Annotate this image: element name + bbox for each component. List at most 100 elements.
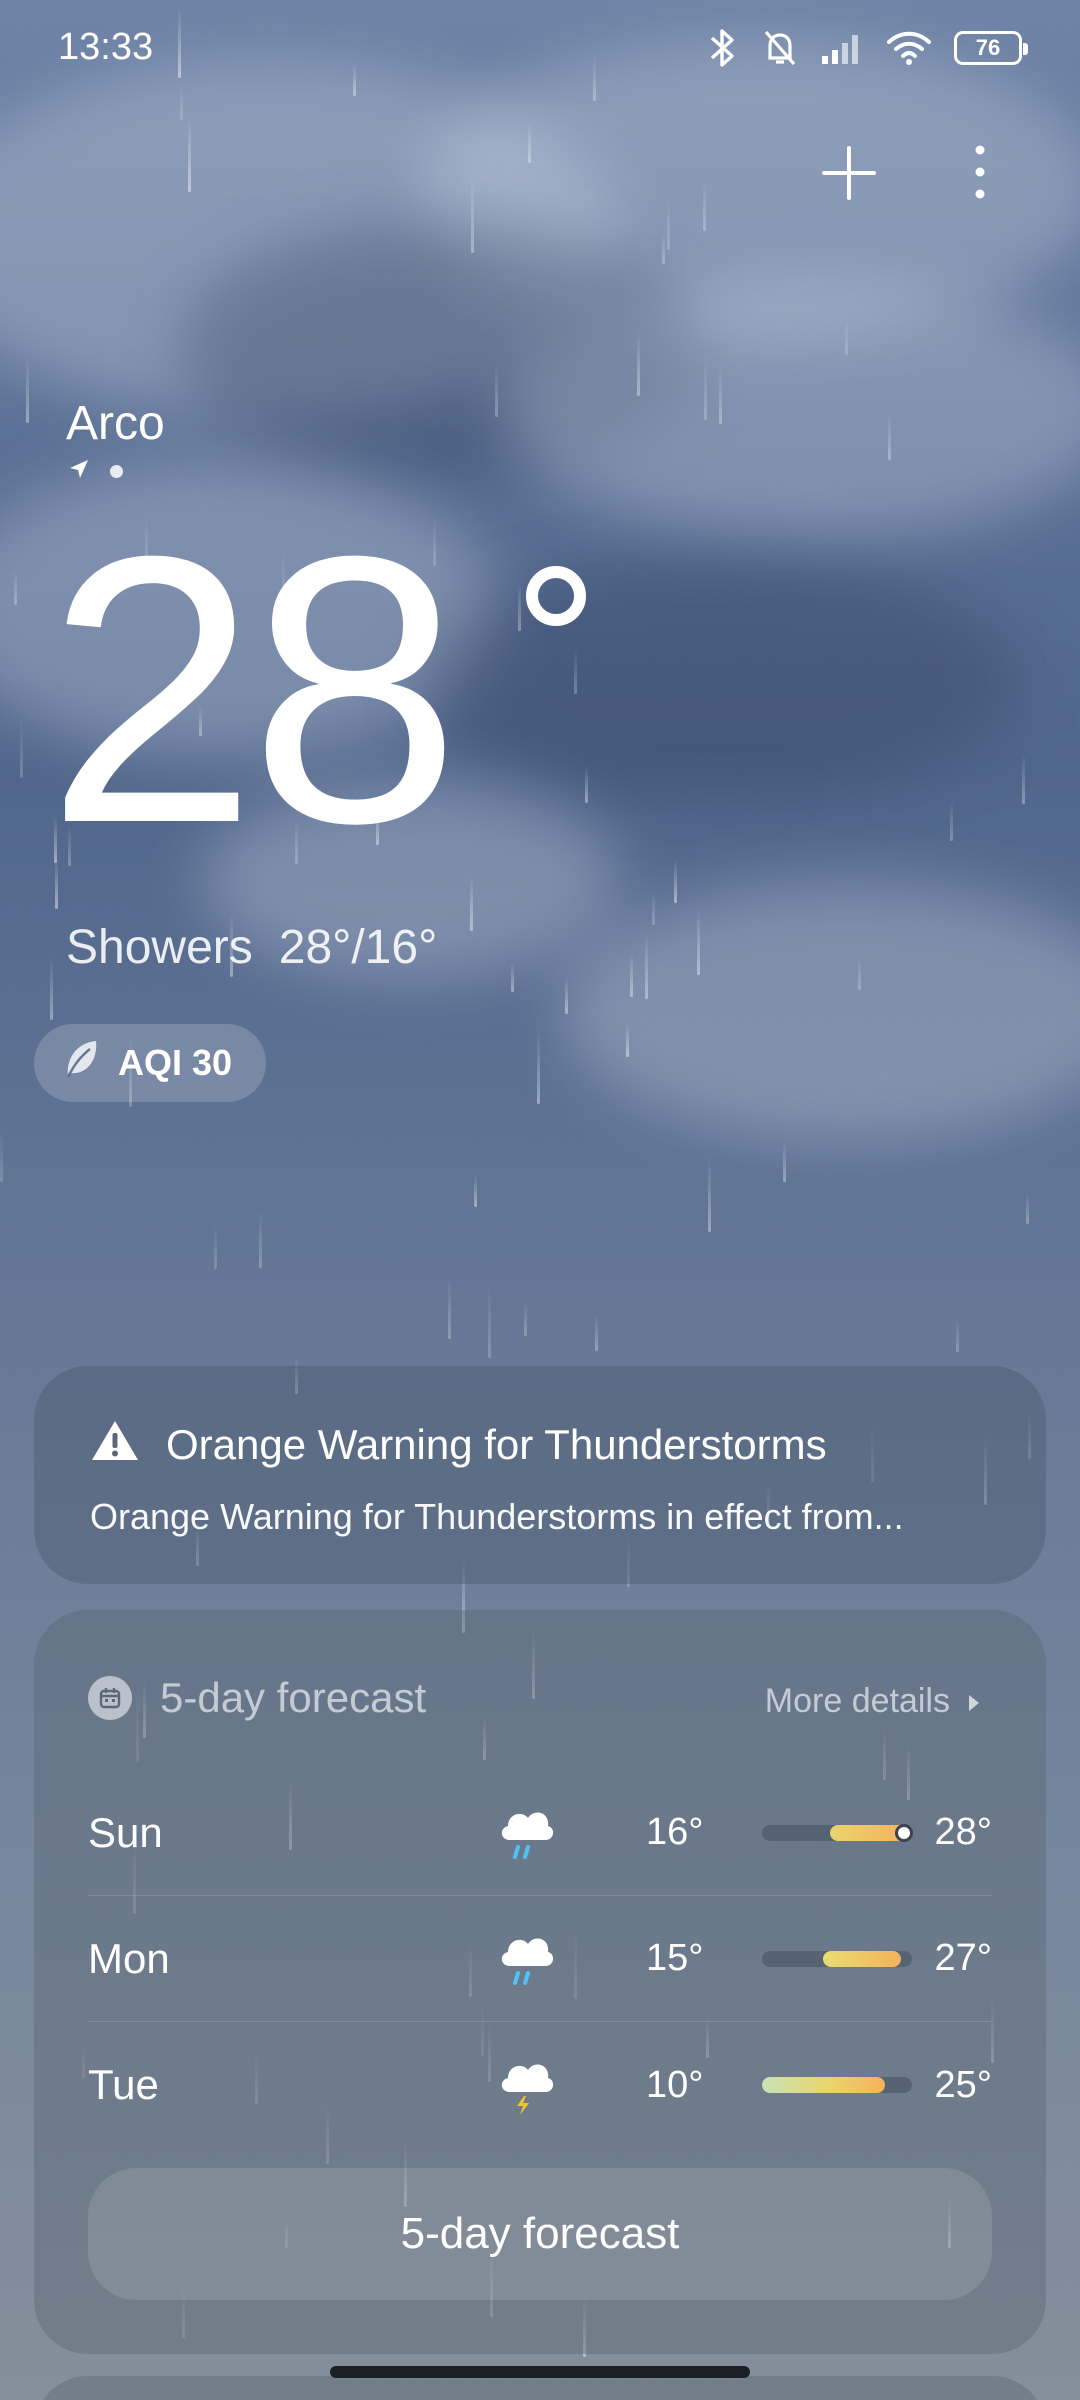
rain-streak	[26, 358, 29, 423]
more-vert-icon	[960, 145, 1000, 208]
current-temperature: 28	[46, 477, 461, 902]
forecast-row[interactable]: Sun 16° 28°	[88, 1770, 992, 1896]
rain-streak	[488, 1283, 491, 1358]
rain-streak	[14, 569, 17, 605]
rain-streak	[511, 962, 514, 992]
chevron-right-icon	[968, 1682, 980, 1721]
rain-streak	[703, 177, 706, 231]
rain-streak	[474, 1174, 477, 1207]
degree-symbol	[526, 566, 586, 626]
rain-streak	[708, 1157, 711, 1232]
rain-streak	[528, 120, 531, 163]
location-name[interactable]: Arco	[66, 396, 165, 451]
aqi-label: AQI 30	[118, 1042, 233, 1083]
rain-streak	[637, 332, 640, 396]
rain-cloud-icon	[496, 1926, 556, 1992]
forecast-high: 25°	[934, 2063, 992, 2106]
wifi-icon	[886, 30, 932, 66]
rain-streak	[471, 175, 474, 253]
temperature-range-bar	[762, 1950, 912, 1967]
rain-streak	[697, 908, 700, 975]
rain-streak	[783, 1141, 786, 1182]
rain-streak	[524, 1301, 527, 1336]
five-day-forecast-button[interactable]: 5-day forecast	[88, 2168, 992, 2300]
forecast-title: 5-day forecast	[160, 1674, 427, 1721]
add-city-button[interactable]	[818, 142, 880, 204]
status-time: 13:33	[58, 26, 154, 68]
forecast-card: 5-day forecast More details Sun 16° 28° …	[34, 1610, 1046, 2354]
rain-streak	[20, 718, 23, 778]
rain-streak	[214, 1224, 217, 1269]
warning-description: Orange Warning for Thunderstorms in effe…	[90, 1496, 904, 1537]
rain-streak	[704, 357, 707, 420]
temperature-range-bar	[762, 2077, 912, 2093]
rain-streak	[595, 1315, 598, 1351]
rain-streak	[645, 932, 648, 999]
thunderstorm-icon	[496, 2052, 556, 2118]
aqi-badge[interactable]: AQI 30	[34, 1024, 267, 1102]
rain-streak	[1026, 1193, 1029, 1224]
rain-streak	[667, 200, 670, 250]
bluetooth-icon	[706, 28, 740, 68]
rain-streak	[585, 766, 588, 803]
battery-icon: 76	[954, 31, 1028, 65]
more-details-link[interactable]: More details	[765, 1682, 980, 1721]
bell-off-icon	[762, 28, 798, 68]
rain-streak	[956, 1318, 959, 1352]
forecast-high: 27°	[934, 1937, 992, 1979]
forecast-day: Mon	[88, 1934, 170, 1982]
rain-streak	[950, 799, 953, 841]
high-low-text: 28°/16°	[278, 921, 438, 974]
rain-cloud-icon	[496, 1800, 556, 1866]
forecast-low: 16°	[646, 1811, 704, 1853]
weather-summary: Showers 28°/16°	[66, 920, 437, 975]
rain-streak	[626, 1023, 629, 1057]
rain-streak	[188, 116, 191, 192]
signal-icon	[820, 32, 864, 64]
more-options-button[interactable]	[960, 142, 1000, 204]
rain-streak	[537, 1030, 540, 1104]
rain-streak	[630, 953, 633, 997]
forecast-day: Tue	[88, 2061, 159, 2108]
rain-streak	[674, 859, 677, 903]
forecast-day: Sun	[88, 1808, 163, 1856]
warning-title: Orange Warning for Thunderstorms	[166, 1421, 827, 1468]
add-icon	[818, 146, 880, 208]
rain-streak	[448, 1276, 451, 1339]
rain-streak	[888, 413, 891, 460]
rain-streak	[518, 581, 521, 631]
forecast-row[interactable]: Mon 15° 27°	[88, 1896, 992, 2022]
rain-streak	[495, 363, 498, 417]
status-icons: 76	[706, 28, 1028, 68]
next-card-peek	[34, 2376, 1046, 2400]
warning-header: Orange Warning for Thunderstorms	[90, 1418, 827, 1472]
rain-streak	[0, 1130, 3, 1182]
calendar-icon	[88, 1676, 132, 1720]
rain-streak	[858, 956, 861, 990]
rain-streak	[470, 875, 473, 931]
rain-streak	[1022, 753, 1025, 804]
forecast-header: 5-day forecast	[88, 1674, 426, 1722]
temperature-range-bar	[762, 1823, 913, 1842]
temperature-range-fill	[762, 2077, 885, 2093]
leaf-icon	[62, 1037, 100, 1090]
rain-streak	[259, 1210, 262, 1268]
forecast-row[interactable]: Tue 10° 25°	[88, 2022, 992, 2148]
rain-streak	[652, 891, 655, 925]
home-indicator[interactable]	[330, 2366, 750, 2378]
status-bar: 13:33 76	[0, 0, 1080, 100]
forecast-low: 10°	[646, 2063, 704, 2106]
temperature-range-fill	[823, 1950, 901, 1967]
rain-streak	[565, 978, 568, 1014]
forecast-low: 15°	[646, 1937, 704, 1979]
rain-streak	[50, 956, 53, 1020]
current-temperature-marker	[895, 1823, 913, 1842]
condition-text: Showers	[66, 921, 253, 974]
more-details-label: More details	[764, 1682, 950, 1720]
rain-streak	[845, 317, 848, 355]
rain-streak	[662, 230, 665, 264]
forecast-high: 28°	[934, 1811, 992, 1853]
warning-icon	[90, 1418, 140, 1472]
weather-warning-card[interactable]: Orange Warning for Thunderstorms Orange …	[34, 1366, 1046, 1584]
rain-streak	[574, 647, 577, 694]
